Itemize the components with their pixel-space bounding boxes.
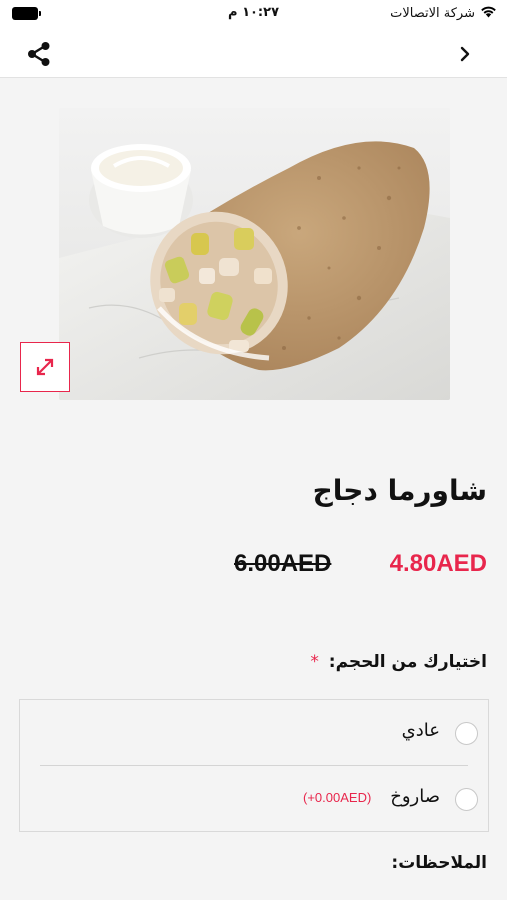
size-section-label: اختيارك من الحجم: * — [310, 652, 487, 672]
radio-button[interactable] — [455, 722, 478, 745]
nav-bar — [0, 28, 507, 78]
size-option-extra-price: (+0.00AED) — [303, 790, 372, 805]
expand-image-button[interactable] — [20, 342, 70, 392]
size-label-text: اختيارك من الحجم: — [328, 652, 487, 672]
wifi-icon — [480, 5, 497, 22]
original-price: 6.00AED — [234, 550, 332, 577]
size-option-label: عادي — [401, 720, 440, 741]
required-mark: * — [310, 652, 319, 672]
chevron-right-icon — [460, 46, 470, 62]
share-button[interactable] — [24, 39, 54, 69]
share-icon — [28, 42, 50, 66]
notes-label: الملاحظات: — [391, 853, 487, 873]
expand-icon — [36, 358, 54, 376]
back-button[interactable] — [453, 42, 477, 66]
status-carrier-group: شركة الاتصالات — [390, 5, 497, 22]
size-option[interactable]: عادي — [20, 700, 488, 766]
product-name: شاورما دجاج — [312, 474, 487, 507]
size-options: عادي صاروخ (+0.00AED) — [19, 699, 489, 832]
size-option[interactable]: صاروخ (+0.00AED) — [20, 766, 488, 832]
discounted-price: 4.80AED — [389, 550, 487, 577]
status-bar: ١٠:٢٧ م شركة الاتصالات — [0, 0, 507, 28]
carrier-name: شركة الاتصالات — [390, 6, 475, 21]
radio-button[interactable] — [455, 788, 478, 811]
product-image — [59, 108, 450, 400]
size-option-label: صاروخ — [390, 786, 440, 807]
